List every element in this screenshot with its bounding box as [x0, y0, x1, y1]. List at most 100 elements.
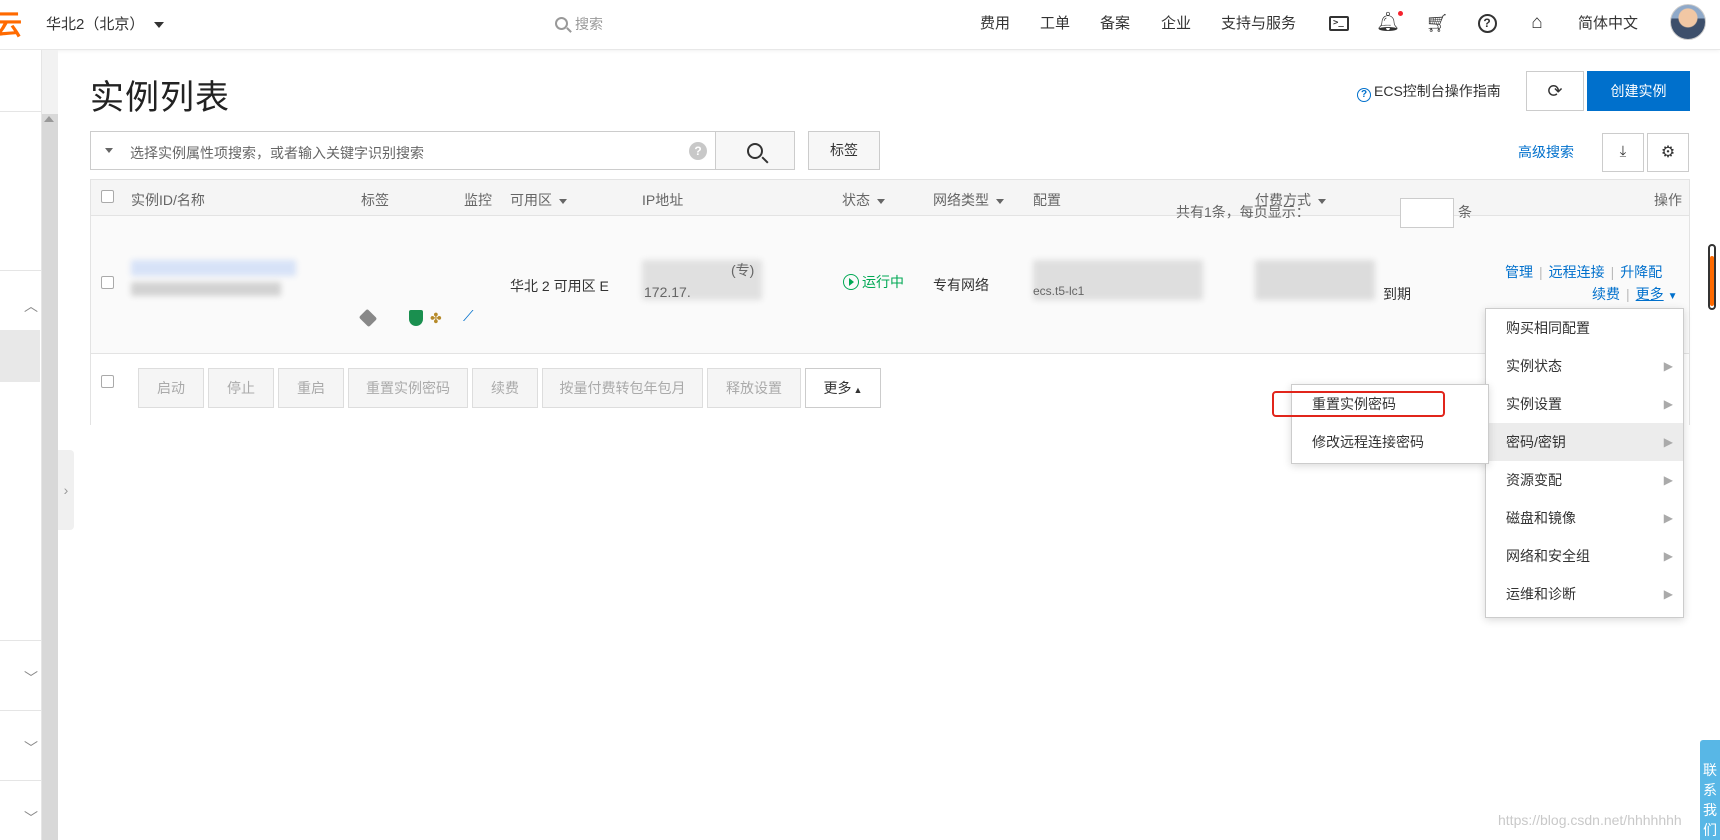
sidebar-divider — [0, 111, 42, 112]
tag-filter-button[interactable]: 标签 — [808, 131, 880, 170]
watermark: https://blog.csdn.net/hhhhhhh — [1498, 812, 1682, 828]
global-search[interactable]: 搜索 — [555, 9, 603, 39]
menu-item-label: 购买相同配置 — [1506, 320, 1590, 336]
search-help-icon[interactable]: ? — [689, 142, 707, 160]
chevron-right-icon: ▶ — [1663, 549, 1673, 563]
pagination-summary: 共有1条，每页显示： — [1176, 202, 1310, 222]
user-avatar[interactable] — [1670, 4, 1706, 40]
page-size-select[interactable] — [1400, 198, 1454, 228]
select-all-checkbox[interactable] — [101, 190, 114, 203]
sidebar: ︿ ﹀ ﹀ ﹀ — [0, 50, 42, 840]
sort-caret-icon — [996, 198, 1004, 204]
footer-select-all-checkbox[interactable] — [101, 375, 114, 388]
search-icon — [747, 142, 763, 159]
plugin-icon: ✤ — [430, 310, 442, 326]
instance-id-redacted[interactable] — [131, 260, 296, 276]
guide-link-label: ECS控制台操作指南 — [1374, 83, 1501, 99]
col-config: 配置 — [1033, 192, 1061, 208]
sort-caret-icon — [559, 198, 567, 204]
chevron-down-icon[interactable]: ﹀ — [24, 738, 38, 758]
upgrade-link[interactable]: 升降配 — [1620, 264, 1662, 280]
nav-tickets[interactable]: 工单 — [1040, 9, 1070, 39]
submenu-modify-remote-password[interactable]: 修改远程连接密码 — [1292, 423, 1488, 461]
restart-button[interactable]: 重启 — [278, 368, 344, 408]
instance-search-input[interactable]: 选择实例属性项搜索，或者输入关键字识别搜索 ? — [90, 131, 716, 170]
sidebar-item-active[interactable] — [0, 330, 40, 382]
play-circle-icon — [843, 274, 859, 290]
sidebar-divider — [0, 780, 42, 781]
nav-support[interactable]: 支持与服务 — [1221, 9, 1296, 39]
chevron-right-icon: ▶ — [1663, 473, 1673, 487]
instance-name-redacted — [131, 282, 281, 296]
menu-item-instance-settings[interactable]: 实例设置 ▶ — [1486, 385, 1683, 423]
start-button[interactable]: 启动 — [138, 368, 204, 408]
nav-billing[interactable]: 费用 — [980, 9, 1010, 39]
create-instance-button[interactable]: 创建实例 — [1587, 71, 1690, 111]
refresh-button[interactable]: ⟳ — [1526, 71, 1584, 111]
footer-more-button[interactable]: 更多 ▲ — [805, 368, 881, 408]
scroll-up-arrow-icon[interactable] — [44, 116, 54, 122]
export-icon[interactable]: ⤓ — [1602, 133, 1644, 172]
menu-item-disk-image[interactable]: 磁盘和镜像 ▶ — [1486, 499, 1683, 537]
filter-dropdown-icon[interactable] — [105, 148, 113, 153]
home-icon[interactable]: ⌂ — [1524, 10, 1550, 36]
chevron-up-icon[interactable]: ︿ — [24, 296, 38, 316]
chevron-down-icon[interactable]: ﹀ — [24, 808, 38, 828]
cart-icon[interactable]: 🛒︎ — [1424, 10, 1450, 36]
gear-icon[interactable]: ⚙ — [1647, 133, 1689, 172]
zone-value: 华北 2 可用区 E — [510, 278, 609, 294]
chevron-right-icon: ▶ — [1663, 587, 1673, 601]
status-badge: 运行中 — [843, 272, 904, 292]
config-fragment: ecs.t5-lc1 — [1033, 284, 1085, 298]
stop-button[interactable]: 停止 — [208, 368, 274, 408]
help-icon[interactable]: ? — [1474, 10, 1500, 36]
tag-icon[interactable] — [358, 308, 378, 328]
sort-caret-icon — [1318, 198, 1326, 204]
chevron-down-icon[interactable]: ﹀ — [24, 668, 38, 688]
menu-item-label: 网络和安全组 — [1506, 548, 1590, 564]
renew-button[interactable]: 续费 — [472, 368, 538, 408]
menu-item-network-security[interactable]: 网络和安全组 ▶ — [1486, 537, 1683, 575]
nav-enterprise[interactable]: 企业 — [1161, 9, 1191, 39]
separator: | — [1626, 286, 1630, 302]
bell-icon[interactable]: 🔔︎ — [1375, 10, 1404, 36]
page-scrollbar-thumb[interactable] — [1710, 256, 1714, 306]
billing-redacted — [1255, 260, 1375, 300]
reset-password-button[interactable]: 重置实例密码 — [348, 368, 468, 408]
col-zone[interactable]: 可用区 — [510, 190, 567, 210]
sidebar-collapse-toggle[interactable]: › — [58, 450, 74, 530]
ip-fragment: (专) — [731, 262, 755, 278]
search-button[interactable] — [715, 131, 795, 170]
menu-item-resource-change[interactable]: 资源变配 ▶ — [1486, 461, 1683, 499]
menu-item-ops-diagnose[interactable]: 运维和诊断 ▶ — [1486, 575, 1683, 613]
monitor-chart-icon[interactable]: ⟋ — [463, 308, 474, 325]
language-switch[interactable]: 简体中文 — [1578, 9, 1638, 39]
region-label: 华北2（北京） — [46, 16, 145, 33]
release-settings-button[interactable]: 释放设置 — [707, 368, 801, 408]
row-checkbox[interactable] — [101, 276, 114, 289]
page-title: 实例列表 — [90, 79, 230, 117]
col-status[interactable]: 状态 — [842, 190, 885, 210]
help-circle-icon: ? — [1357, 88, 1371, 102]
search-placeholder: 选择实例属性项搜索，或者输入关键字识别搜索 — [130, 145, 424, 161]
sidebar-scrollbar-thumb[interactable] — [42, 114, 58, 840]
nav-filing[interactable]: 备案 — [1100, 9, 1130, 39]
region-selector[interactable]: 华北2（北京） — [46, 10, 165, 40]
advanced-search-link[interactable]: 高级搜索 — [1518, 142, 1574, 162]
convert-billing-button[interactable]: 按量付费转包年包月 — [542, 368, 703, 408]
more-actions-link[interactable]: 更多 — [1636, 286, 1664, 302]
renew-link[interactable]: 续费 — [1592, 286, 1620, 302]
brand-logo[interactable]: 云 — [0, 8, 22, 42]
remote-connect-link[interactable]: 远程连接 — [1549, 264, 1605, 280]
menu-item-instance-status[interactable]: 实例状态 ▶ — [1486, 347, 1683, 385]
expire-label: 到期 — [1383, 286, 1411, 302]
guide-link[interactable]: ? ECS控制台操作指南 — [1357, 81, 1501, 102]
menu-item-password-key[interactable]: 密码/密钥 ▶ — [1486, 423, 1683, 461]
terminal-icon[interactable]: >_ — [1326, 10, 1352, 36]
menu-item-buy-same[interactable]: 购买相同配置 — [1486, 309, 1683, 347]
manage-link[interactable]: 管理 — [1505, 264, 1533, 280]
contact-us-tab[interactable]: 联系我们 — [1700, 740, 1720, 840]
col-network[interactable]: 网络类型 — [933, 190, 1004, 210]
chevron-right-icon: ▶ — [1663, 511, 1673, 525]
menu-item-label: 运维和诊断 — [1506, 586, 1576, 602]
